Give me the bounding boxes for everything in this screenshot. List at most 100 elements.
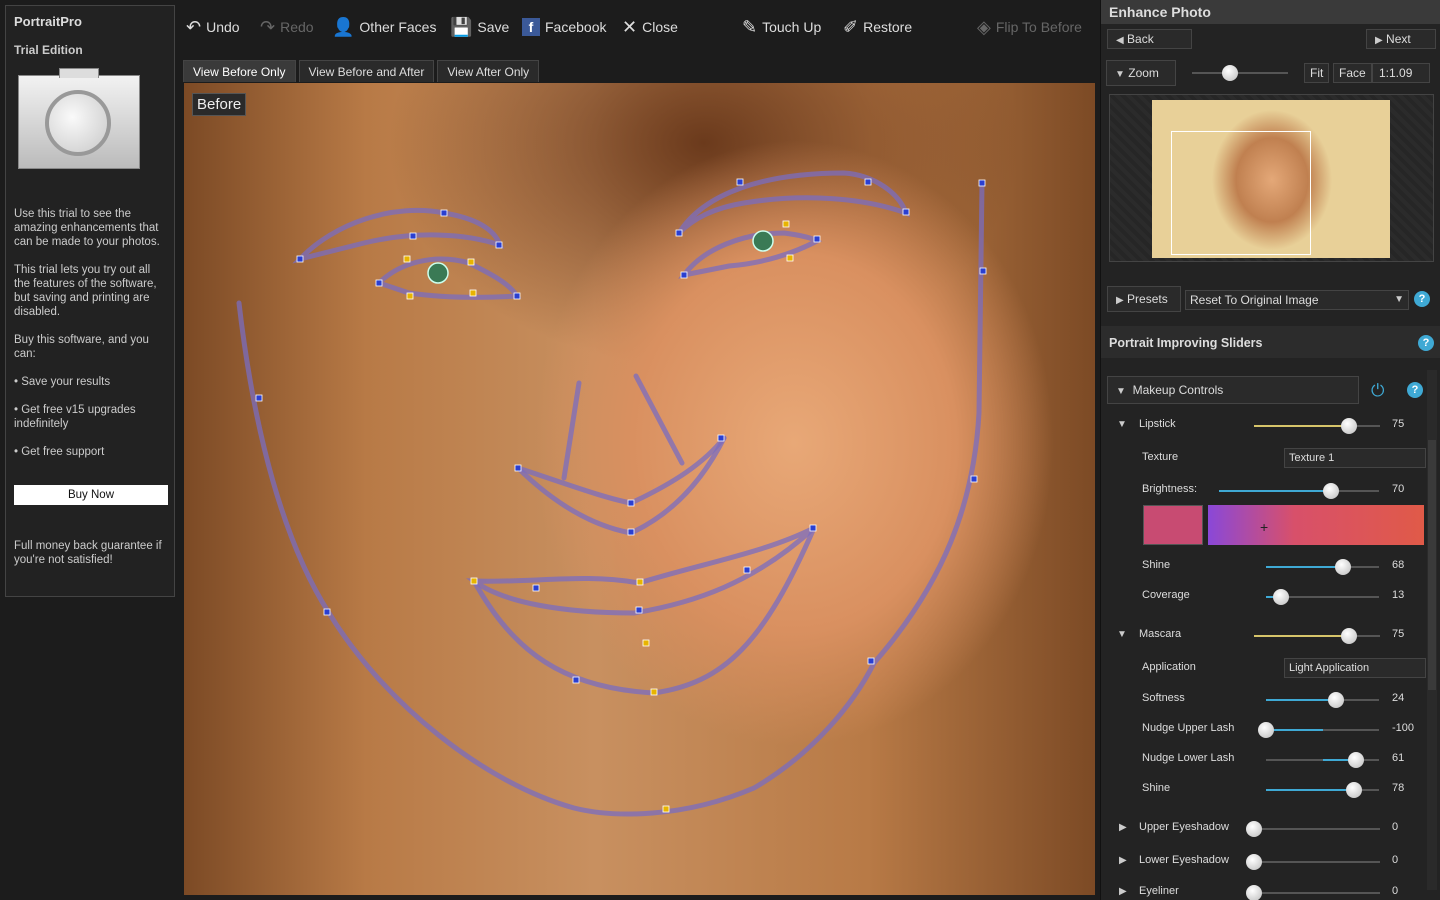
next-arrow-icon: ▶ xyxy=(1375,35,1383,46)
brightness-row: Brightness: 70 xyxy=(1101,480,1440,500)
softness-slider[interactable] xyxy=(1266,692,1379,708)
back-button[interactable]: ◀ Back xyxy=(1107,29,1192,49)
save-icon: 💾 xyxy=(450,17,473,37)
softness-row: Softness 24 xyxy=(1101,689,1440,709)
texture-dropdown[interactable]: Texture 1 xyxy=(1284,448,1426,468)
lower-lash-slider[interactable] xyxy=(1266,752,1379,768)
lower-eyeshadow-value: 0 xyxy=(1392,854,1399,866)
undo-button[interactable]: ↶ Undo xyxy=(186,18,240,36)
zoom-row: ▼ Zoom Fit Face 1:1.09 xyxy=(1106,58,1436,88)
mascara-row: ▼ Mascara 75 xyxy=(1101,625,1440,645)
chevron-down-icon: ▼ xyxy=(1116,386,1126,397)
help-icon[interactable]: ? xyxy=(1418,335,1434,351)
lower-eyeshadow-row: ▶ Lower Eyeshadow 0 xyxy=(1101,851,1440,871)
camera-icon xyxy=(18,68,140,169)
benefit-save: • Save your results xyxy=(14,376,111,388)
preset-dropdown[interactable]: Reset To Original Image ▼ xyxy=(1185,290,1409,310)
lower-lash-row: Nudge Lower Lash 61 xyxy=(1101,749,1440,769)
softness-label: Softness xyxy=(1142,692,1185,704)
mascara-slider-knob[interactable] xyxy=(1340,628,1357,644)
chevron-right-icon: ▶ xyxy=(1116,295,1124,306)
zoom-toggle[interactable]: ▼ Zoom xyxy=(1106,60,1176,86)
makeup-controls-toggle[interactable]: ▼ Makeup Controls xyxy=(1107,376,1359,404)
presets-toggle[interactable]: ▶ Presets xyxy=(1107,286,1181,312)
lower-eyeshadow-slider-knob[interactable] xyxy=(1246,854,1262,870)
chevron-down-icon[interactable]: ▼ xyxy=(1117,628,1127,640)
presets-row: ▶ Presets Reset To Original Image ▼ ? xyxy=(1101,284,1440,314)
face-button[interactable]: Face xyxy=(1333,63,1372,83)
brightness-slider-knob[interactable] xyxy=(1323,483,1339,499)
tab-view-before-only[interactable]: View Before Only xyxy=(183,60,296,82)
upper-eyeshadow-value: 0 xyxy=(1392,821,1399,833)
tab-view-after-only[interactable]: View After Only xyxy=(437,60,540,82)
help-icon[interactable]: ? xyxy=(1414,291,1430,307)
chevron-right-icon[interactable]: ▶ xyxy=(1119,821,1127,833)
power-icon[interactable]: ⏻ xyxy=(1371,381,1384,401)
tab-view-before-and-after[interactable]: View Before and After xyxy=(298,60,435,82)
lip-shine-slider[interactable] xyxy=(1266,559,1379,575)
guarantee-text: Full money back guarantee if you're not … xyxy=(14,540,162,566)
layers-icon: ◈ xyxy=(977,17,991,37)
undo-icon: ↶ xyxy=(186,17,202,37)
touch-up-button[interactable]: ✎ Touch Up xyxy=(742,18,821,36)
brightness-slider[interactable] xyxy=(1219,483,1379,499)
navigator-viewport[interactable] xyxy=(1171,131,1311,255)
fit-button[interactable]: Fit xyxy=(1304,63,1330,83)
next-button[interactable]: ▶ Next xyxy=(1366,29,1436,49)
texture-row: Texture Texture 1 xyxy=(1101,448,1440,468)
upper-lash-slider[interactable] xyxy=(1258,722,1379,738)
eyeliner-slider-knob[interactable] xyxy=(1246,885,1262,900)
flip-to-before-button[interactable]: ◈ Flip To Before xyxy=(977,18,1082,36)
sliders-header: Portrait Improving Sliders ? xyxy=(1101,326,1440,358)
lipstick-value: 75 xyxy=(1392,418,1405,430)
coverage-label: Coverage xyxy=(1142,589,1190,601)
coverage-row: Coverage 13 xyxy=(1101,586,1440,606)
mascara-value: 75 xyxy=(1392,628,1405,640)
buy-now-button[interactable]: Buy Now xyxy=(14,485,168,505)
navigator-thumbnail[interactable] xyxy=(1109,94,1434,262)
brightness-label: Brightness: xyxy=(1142,483,1198,495)
upper-eyeshadow-slider-knob[interactable] xyxy=(1246,821,1262,837)
help-icon[interactable]: ? xyxy=(1407,382,1423,398)
mascara-shine-slider[interactable] xyxy=(1266,782,1379,798)
other-faces-button[interactable]: 👤 Other Faces xyxy=(332,18,436,36)
benefit-upgrades: • Get free v15 upgrades indefinitely xyxy=(14,404,136,430)
mascara-shine-slider-knob[interactable] xyxy=(1346,782,1363,798)
restore-button[interactable]: ✐ Restore xyxy=(843,18,912,36)
lipstick-slider[interactable] xyxy=(1254,418,1380,434)
redo-button[interactable]: ↷ Redo xyxy=(260,18,314,36)
lower-lash-slider-knob[interactable] xyxy=(1348,752,1365,768)
panel-scrollbar[interactable] xyxy=(1427,370,1437,890)
zoom-slider-knob[interactable] xyxy=(1222,65,1239,81)
chevron-down-icon: ▼ xyxy=(1115,69,1125,80)
chevron-right-icon[interactable]: ▶ xyxy=(1119,854,1127,866)
coverage-slider[interactable] xyxy=(1266,589,1379,605)
lip-color-swatch[interactable] xyxy=(1143,505,1203,545)
mascara-slider[interactable] xyxy=(1254,628,1380,644)
chevron-down-icon[interactable]: ▼ xyxy=(1117,418,1127,430)
zoom-value-field[interactable]: 1:1.09 xyxy=(1372,63,1430,83)
lip-color-picker[interactable]: + xyxy=(1208,505,1424,545)
softness-slider-knob[interactable] xyxy=(1328,692,1345,708)
scrollbar-thumb[interactable] xyxy=(1428,440,1436,690)
dropdown-arrow-icon: ▼ xyxy=(1394,294,1404,305)
photo-canvas[interactable]: Before xyxy=(184,83,1095,895)
coverage-slider-knob[interactable] xyxy=(1272,589,1289,605)
trial-text-1: Use this trial to see the amazing enhanc… xyxy=(14,208,160,248)
zoom-slider[interactable] xyxy=(1192,65,1288,81)
face-outline-overlay[interactable] xyxy=(184,83,1095,895)
save-button[interactable]: 💾 Save xyxy=(450,18,509,36)
chevron-right-icon[interactable]: ▶ xyxy=(1119,885,1127,897)
application-row: Application Light Application xyxy=(1101,658,1440,678)
lip-shine-slider-knob[interactable] xyxy=(1334,559,1351,575)
application-dropdown[interactable]: Light Application xyxy=(1284,658,1426,678)
upper-lash-value: -100 xyxy=(1392,722,1415,734)
close-button[interactable]: ✕ Close xyxy=(622,18,678,36)
upper-eyeshadow-slider[interactable] xyxy=(1246,821,1380,837)
facebook-button[interactable]: f Facebook xyxy=(522,18,606,36)
eyeliner-slider[interactable] xyxy=(1246,885,1380,900)
lower-eyeshadow-slider[interactable] xyxy=(1246,854,1380,870)
upper-lash-slider-knob[interactable] xyxy=(1258,722,1274,738)
coverage-value: 13 xyxy=(1392,589,1405,601)
lipstick-slider-knob[interactable] xyxy=(1340,418,1357,434)
